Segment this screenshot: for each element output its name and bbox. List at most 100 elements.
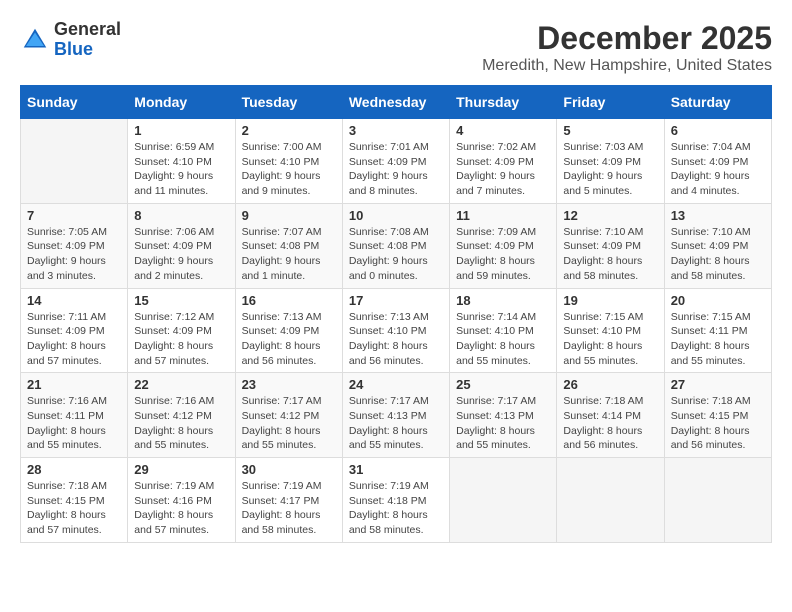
calendar-cell: 22Sunrise: 7:16 AM Sunset: 4:12 PM Dayli… [128,373,235,458]
day-info: Sunrise: 7:17 AM Sunset: 4:12 PM Dayligh… [242,394,336,453]
calendar-week-row: 28 Sunrise: 7:18 AM Sunset: 4:15 PM Dayli… [21,458,772,543]
day-info: Sunrise: 7:13 AM Sunset: 4:10 PM Dayligh… [349,310,443,369]
day-of-week-header: Wednesday [342,86,449,119]
calendar-cell: 2 Sunrise: 7:00 AM Sunset: 4:10 PM Daylig… [235,119,342,204]
day-number: 11 [456,208,550,223]
calendar-cell: 8 Sunrise: 7:06 AM Sunset: 4:09 PM Daylig… [128,203,235,288]
day-number: 30 [242,462,336,477]
day-of-week-header: Sunday [21,86,128,119]
calendar-cell: 16 Sunrise: 7:13 AM Sunset: 4:09 PM Dayli… [235,288,342,373]
calendar-cell: 6 Sunrise: 7:04 AM Sunset: 4:09 PM Daylig… [664,119,771,204]
day-info: Sunrise: 6:59 AM Sunset: 4:10 PM Dayligh… [134,140,228,199]
calendar-cell: 12Sunrise: 7:10 AM Sunset: 4:09 PM Dayli… [557,203,664,288]
day-number: 14 [27,293,121,308]
day-info: Sunrise: 7:15 AM Sunset: 4:10 PM Dayligh… [563,310,657,369]
day-number: 27 [671,377,765,392]
day-number: 16 [242,293,336,308]
day-of-week-header: Tuesday [235,86,342,119]
day-number: 20 [671,293,765,308]
day-number: 8 [134,208,228,223]
logo: General Blue [20,20,121,60]
day-number: 23 [242,377,336,392]
calendar-cell: 30 Sunrise: 7:19 AM Sunset: 4:17 PM Dayli… [235,458,342,543]
day-info: Sunrise: 7:05 AM Sunset: 4:09 PM Dayligh… [27,225,121,284]
calendar-header-row: SundayMondayTuesdayWednesdayThursdayFrid… [21,86,772,119]
calendar-cell: 26Sunrise: 7:18 AM Sunset: 4:14 PM Dayli… [557,373,664,458]
calendar-cell: 10 Sunrise: 7:08 AM Sunset: 4:08 PM Dayli… [342,203,449,288]
day-info: Sunrise: 7:18 AM Sunset: 4:14 PM Dayligh… [563,394,657,453]
calendar-cell [450,458,557,543]
calendar-cell: 1Sunrise: 6:59 AM Sunset: 4:10 PM Daylig… [128,119,235,204]
calendar-cell: 31 Sunrise: 7:19 AM Sunset: 4:18 PM Dayli… [342,458,449,543]
calendar-cell: 23 Sunrise: 7:17 AM Sunset: 4:12 PM Dayli… [235,373,342,458]
logo-icon [20,25,50,55]
day-info: Sunrise: 7:16 AM Sunset: 4:12 PM Dayligh… [134,394,228,453]
day-info: Sunrise: 7:03 AM Sunset: 4:09 PM Dayligh… [563,140,657,199]
day-info: Sunrise: 7:10 AM Sunset: 4:09 PM Dayligh… [671,225,765,284]
calendar-cell: 4 Sunrise: 7:02 AM Sunset: 4:09 PM Daylig… [450,119,557,204]
day-number: 19 [563,293,657,308]
day-info: Sunrise: 7:19 AM Sunset: 4:18 PM Dayligh… [349,479,443,538]
calendar-cell: 19 Sunrise: 7:15 AM Sunset: 4:10 PM Dayli… [557,288,664,373]
day-number: 15 [134,293,228,308]
calendar-cell: 7 Sunrise: 7:05 AM Sunset: 4:09 PM Daylig… [21,203,128,288]
logo-general: General [54,20,121,40]
calendar-cell: 9Sunrise: 7:07 AM Sunset: 4:08 PM Daylig… [235,203,342,288]
day-of-week-header: Thursday [450,86,557,119]
calendar-week-row: 7 Sunrise: 7:05 AM Sunset: 4:09 PM Daylig… [21,203,772,288]
calendar-cell [664,458,771,543]
logo-blue: Blue [54,40,121,60]
calendar-week-row: 14Sunrise: 7:11 AM Sunset: 4:09 PM Dayli… [21,288,772,373]
calendar-cell: 11 Sunrise: 7:09 AM Sunset: 4:09 PM Dayli… [450,203,557,288]
day-info: Sunrise: 7:12 AM Sunset: 4:09 PM Dayligh… [134,310,228,369]
calendar-cell: 18Sunrise: 7:14 AM Sunset: 4:10 PM Dayli… [450,288,557,373]
day-info: Sunrise: 7:19 AM Sunset: 4:17 PM Dayligh… [242,479,336,538]
day-info: Sunrise: 7:01 AM Sunset: 4:09 PM Dayligh… [349,140,443,199]
day-info: Sunrise: 7:02 AM Sunset: 4:09 PM Dayligh… [456,140,550,199]
calendar-cell: 28 Sunrise: 7:18 AM Sunset: 4:15 PM Dayli… [21,458,128,543]
calendar-cell: 5Sunrise: 7:03 AM Sunset: 4:09 PM Daylig… [557,119,664,204]
day-info: Sunrise: 7:08 AM Sunset: 4:08 PM Dayligh… [349,225,443,284]
calendar-week-row: 1Sunrise: 6:59 AM Sunset: 4:10 PM Daylig… [21,119,772,204]
calendar-cell [21,119,128,204]
day-number: 6 [671,123,765,138]
page-header: General Blue December 2025 Meredith, New… [20,20,772,75]
day-number: 2 [242,123,336,138]
day-info: Sunrise: 7:15 AM Sunset: 4:11 PM Dayligh… [671,310,765,369]
day-number: 12 [563,208,657,223]
day-number: 31 [349,462,443,477]
day-number: 24 [349,377,443,392]
day-info: Sunrise: 7:13 AM Sunset: 4:09 PM Dayligh… [242,310,336,369]
calendar-table: SundayMondayTuesdayWednesdayThursdayFrid… [20,85,772,543]
day-info: Sunrise: 7:18 AM Sunset: 4:15 PM Dayligh… [671,394,765,453]
day-number: 7 [27,208,121,223]
day-of-week-header: Saturday [664,86,771,119]
day-info: Sunrise: 7:09 AM Sunset: 4:09 PM Dayligh… [456,225,550,284]
calendar-cell: 27 Sunrise: 7:18 AM Sunset: 4:15 PM Dayli… [664,373,771,458]
day-number: 10 [349,208,443,223]
day-number: 4 [456,123,550,138]
day-info: Sunrise: 7:06 AM Sunset: 4:09 PM Dayligh… [134,225,228,284]
calendar-cell: 3 Sunrise: 7:01 AM Sunset: 4:09 PM Daylig… [342,119,449,204]
day-info: Sunrise: 7:04 AM Sunset: 4:09 PM Dayligh… [671,140,765,199]
calendar-cell: 13Sunrise: 7:10 AM Sunset: 4:09 PM Dayli… [664,203,771,288]
day-info: Sunrise: 7:16 AM Sunset: 4:11 PM Dayligh… [27,394,121,453]
day-of-week-header: Friday [557,86,664,119]
calendar-cell: 20 Sunrise: 7:15 AM Sunset: 4:11 PM Dayli… [664,288,771,373]
day-info: Sunrise: 7:00 AM Sunset: 4:10 PM Dayligh… [242,140,336,199]
day-info: Sunrise: 7:17 AM Sunset: 4:13 PM Dayligh… [456,394,550,453]
calendar-cell: 14Sunrise: 7:11 AM Sunset: 4:09 PM Dayli… [21,288,128,373]
calendar-cell: 15 Sunrise: 7:12 AM Sunset: 4:09 PM Dayli… [128,288,235,373]
day-info: Sunrise: 7:18 AM Sunset: 4:15 PM Dayligh… [27,479,121,538]
calendar-week-row: 21 Sunrise: 7:16 AM Sunset: 4:11 PM Dayli… [21,373,772,458]
calendar-cell: 29Sunrise: 7:19 AM Sunset: 4:16 PM Dayli… [128,458,235,543]
day-of-week-header: Monday [128,86,235,119]
day-number: 28 [27,462,121,477]
day-number: 3 [349,123,443,138]
month-title: December 2025 [482,20,772,57]
day-number: 21 [27,377,121,392]
calendar-cell: 17 Sunrise: 7:13 AM Sunset: 4:10 PM Dayli… [342,288,449,373]
day-number: 17 [349,293,443,308]
day-number: 18 [456,293,550,308]
location-title: Meredith, New Hampshire, United States [482,57,772,75]
